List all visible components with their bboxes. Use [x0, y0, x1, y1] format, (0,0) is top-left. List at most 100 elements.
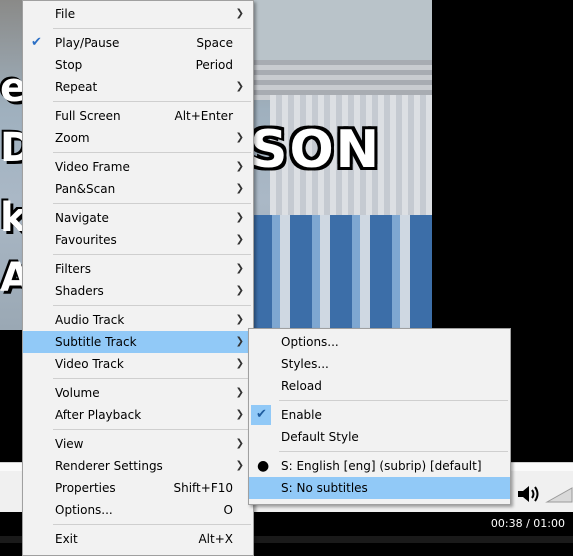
menu-item-navigate[interactable]: Navigate ❯ [23, 207, 253, 229]
menu-item-enable[interactable]: ✔ Enable [249, 404, 510, 426]
menu-item-view[interactable]: View ❯ [23, 433, 253, 455]
menu-item-exit[interactable]: Exit Alt+X [23, 528, 253, 550]
menu-item-label: View [55, 437, 84, 451]
video-background-deck [250, 60, 432, 100]
chevron-right-icon: ❯ [235, 8, 244, 19]
menu-item-label: Shaders [55, 284, 104, 298]
menu-item-s-no-subtitles[interactable]: S: No subtitles [249, 477, 510, 499]
menu-item-label: Filters [55, 262, 91, 276]
chevron-right-icon: ❯ [235, 460, 244, 471]
menu-item-label: S: English [eng] (subrip) [default] [281, 459, 482, 473]
menu-separator [279, 451, 508, 452]
menu-separator [53, 305, 251, 306]
menu-item-pan-scan[interactable]: Pan&Scan ❯ [23, 178, 253, 200]
menu-item-label: Zoom [55, 131, 90, 145]
menu-item-label: Renderer Settings [55, 459, 163, 473]
menu-item-s-english-eng-subrip-default[interactable]: ● S: English [eng] (subrip) [default] [249, 455, 510, 477]
menu-item-properties[interactable]: Properties Shift+F10 [23, 477, 253, 499]
radio-dot-icon: ● [257, 458, 270, 474]
menu-separator [53, 429, 251, 430]
chevron-right-icon: ❯ [235, 263, 244, 274]
menu-item-after-playback[interactable]: After Playback ❯ [23, 404, 253, 426]
menu-item-shortcut: Shift+F10 [173, 481, 233, 495]
menu-item-shortcut: Period [195, 58, 233, 72]
subtitle-track-submenu: Options... Styles... Reload ✔ Enable Default … [248, 328, 511, 505]
video-overlay-partial-letters: e D k A [0, 0, 33, 330]
menu-item-options[interactable]: Options... O [23, 499, 253, 521]
chevron-right-icon: ❯ [235, 132, 244, 143]
menu-separator [53, 152, 251, 153]
menu-item-label: File [55, 7, 76, 21]
menu-item-audio-track[interactable]: Audio Track ❯ [23, 309, 253, 331]
menu-item-label: Properties [55, 481, 116, 495]
menu-separator [53, 203, 251, 204]
menu-item-label: Styles... [281, 357, 329, 371]
menu-item-renderer-settings[interactable]: Renderer Settings ❯ [23, 455, 253, 477]
chevron-right-icon: ❯ [235, 387, 244, 398]
menu-item-subtitle-track[interactable]: Subtitle Track ❯ [23, 331, 253, 353]
chevron-right-icon: ❯ [235, 212, 244, 223]
chevron-right-icon: ❯ [235, 409, 244, 420]
menu-item-label: Volume [55, 386, 100, 400]
menu-item-shortcut: Alt+Enter [174, 109, 233, 123]
checkmark-icon: ✔ [31, 35, 42, 50]
menu-item-shortcut: O [223, 503, 233, 517]
menu-item-video-frame[interactable]: Video Frame ❯ [23, 156, 253, 178]
chevron-right-icon: ❯ [235, 314, 244, 325]
menu-item-label: Video Frame [55, 160, 130, 174]
menu-item-play-pause[interactable]: ✔ Play/Pause Space [23, 32, 253, 54]
menu-item-label: Navigate [55, 211, 109, 225]
menu-separator [53, 378, 251, 379]
video-background-boats [250, 215, 432, 330]
menu-item-filters[interactable]: Filters ❯ [23, 258, 253, 280]
chevron-right-icon: ❯ [235, 438, 244, 449]
menu-item-label: Favourites [55, 233, 117, 247]
menu-item-options[interactable]: Options... [249, 331, 510, 353]
menu-item-label: Video Track [55, 357, 124, 371]
menu-item-label: Repeat [55, 80, 98, 94]
menu-item-label: Full Screen [55, 109, 121, 123]
menu-item-label: Stop [55, 58, 83, 72]
menu-item-label: S: No subtitles [281, 481, 368, 495]
chevron-right-icon: ❯ [235, 234, 244, 245]
menu-item-label: Default Style [281, 430, 359, 444]
chevron-right-icon: ❯ [235, 336, 244, 347]
chevron-right-icon: ❯ [235, 183, 244, 194]
menu-item-repeat[interactable]: Repeat ❯ [23, 76, 253, 98]
chevron-right-icon: ❯ [235, 358, 244, 369]
menu-item-reload[interactable]: Reload [249, 375, 510, 397]
volume-slider[interactable] [545, 482, 573, 506]
chevron-right-icon: ❯ [235, 161, 244, 172]
menu-separator [53, 254, 251, 255]
menu-item-label: Reload [281, 379, 322, 393]
menu-separator [279, 400, 508, 401]
menu-item-label: Options... [55, 503, 113, 517]
menu-item-favourites[interactable]: Favourites ❯ [23, 229, 253, 251]
menu-item-label: Play/Pause [55, 36, 120, 50]
menu-item-shortcut: Space [196, 36, 233, 50]
menu-item-label: Audio Track [55, 313, 125, 327]
menu-item-file[interactable]: File ❯ [23, 3, 253, 25]
menu-item-video-track[interactable]: Video Track ❯ [23, 353, 253, 375]
menu-item-stop[interactable]: Stop Period [23, 54, 253, 76]
menu-item-shaders[interactable]: Shaders ❯ [23, 280, 253, 302]
menu-item-full-screen[interactable]: Full Screen Alt+Enter [23, 105, 253, 127]
menu-item-styles[interactable]: Styles... [249, 353, 510, 375]
menu-item-label: Subtitle Track [55, 335, 137, 349]
checkmark-icon: ✔ [251, 405, 271, 425]
menu-item-default-style[interactable]: Default Style [249, 426, 510, 448]
speaker-icon[interactable] [515, 482, 541, 506]
chevron-right-icon: ❯ [235, 285, 244, 296]
menu-item-label: Exit [55, 532, 78, 546]
menu-item-label: Enable [281, 408, 322, 422]
menu-separator [53, 524, 251, 525]
timecode: 00:38 / 01:00 [490, 517, 565, 530]
chevron-right-icon: ❯ [235, 81, 244, 92]
menu-item-shortcut: Alt+X [198, 532, 233, 546]
menu-item-volume[interactable]: Volume ❯ [23, 382, 253, 404]
menu-separator [53, 28, 251, 29]
menu-item-zoom[interactable]: Zoom ❯ [23, 127, 253, 149]
menu-item-label: Options... [281, 335, 339, 349]
menu-item-label: Pan&Scan [55, 182, 116, 196]
menu-separator [53, 101, 251, 102]
